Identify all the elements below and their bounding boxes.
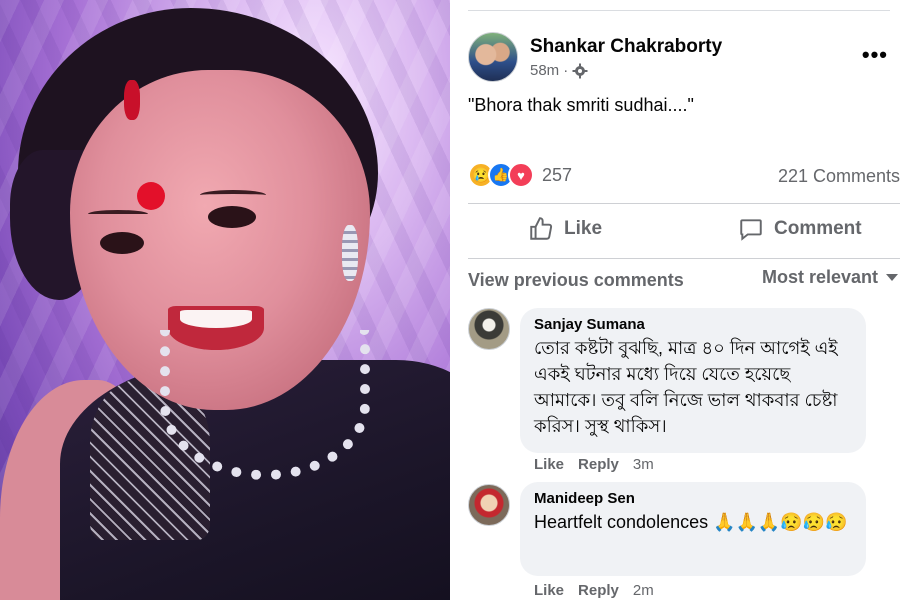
chevron-down-icon — [886, 274, 898, 281]
post-text: "Bhora thak smriti sudhai...." — [468, 95, 694, 115]
actions-divider-top — [468, 203, 900, 204]
comment-like-button[interactable]: Like — [534, 582, 564, 599]
commenter-avatar[interactable] — [468, 484, 510, 526]
comment-time[interactable]: 2m — [633, 582, 654, 599]
comment-text: Heartfelt condolences 🙏🙏🙏😥😥😥 — [534, 512, 848, 532]
like-button-label: Like — [564, 218, 603, 239]
post-time[interactable]: 58m — [530, 62, 559, 79]
author-avatar[interactable] — [468, 32, 518, 82]
comment-reply-button[interactable]: Reply — [578, 456, 619, 473]
comment-button-label: Comment — [774, 218, 862, 239]
commenter-avatar[interactable] — [468, 308, 510, 350]
post-photo[interactable] — [0, 0, 450, 600]
comment-button[interactable]: Comment — [738, 216, 862, 242]
comment-actions: Like Reply 3m — [534, 456, 654, 473]
comment-reply-button[interactable]: Reply — [578, 582, 619, 599]
reaction-count: 257 — [542, 164, 573, 185]
sort-dropdown[interactable]: Most relevant — [762, 267, 898, 288]
photo-eye-left — [100, 232, 144, 254]
comment-bubble: Sanjay Sumana তোর কষ্টটা বুঝছি, মাত্র ৪০… — [520, 308, 866, 453]
actions-divider-bottom — [468, 258, 900, 259]
reactions-summary[interactable]: 😢 👍 ♥ 257 — [468, 162, 572, 188]
gear-icon — [572, 63, 588, 79]
photo-teeth — [180, 310, 252, 328]
author-name[interactable]: Shankar Chakraborty — [530, 36, 722, 58]
like-button[interactable]: Like — [528, 216, 602, 242]
photo-eye-right — [208, 206, 256, 228]
photo-sindoor — [124, 80, 140, 120]
meta-separator: · — [563, 62, 569, 79]
sort-label: Most relevant — [761, 267, 878, 287]
photo-earring — [342, 225, 358, 281]
comment-icon — [740, 219, 762, 241]
comment-actions: Like Reply 2m — [534, 582, 654, 599]
post-panel: Shankar Chakraborty 58m · ••• "Bhora tha… — [450, 0, 900, 600]
comment-bubble: Manideep Sen Heartfelt condolences 🙏🙏🙏😥😥… — [520, 482, 866, 576]
comment-time[interactable]: 3m — [633, 456, 654, 473]
top-divider — [468, 10, 890, 11]
commenter-name[interactable]: Manideep Sen — [534, 490, 852, 507]
photo-necklace — [160, 330, 370, 480]
like-icon — [530, 217, 553, 240]
comment-like-button[interactable]: Like — [534, 456, 564, 473]
view-previous-comments[interactable]: View previous comments — [468, 270, 684, 291]
comment-count[interactable]: 221 Comments — [778, 166, 900, 187]
commenter-name[interactable]: Sanjay Sumana — [534, 316, 852, 333]
love-reaction-icon: ♥ — [508, 162, 534, 188]
comment-text: তোর কষ্টটা বুঝছি, মাত্র ৪০ দিন আগেই এই এ… — [534, 338, 838, 436]
more-options-button[interactable]: ••• — [862, 42, 888, 68]
post-meta: 58m · — [530, 62, 588, 79]
photo-bindi — [137, 182, 165, 210]
photo-brow-left — [88, 210, 148, 218]
photo-brow-right — [200, 190, 266, 200]
